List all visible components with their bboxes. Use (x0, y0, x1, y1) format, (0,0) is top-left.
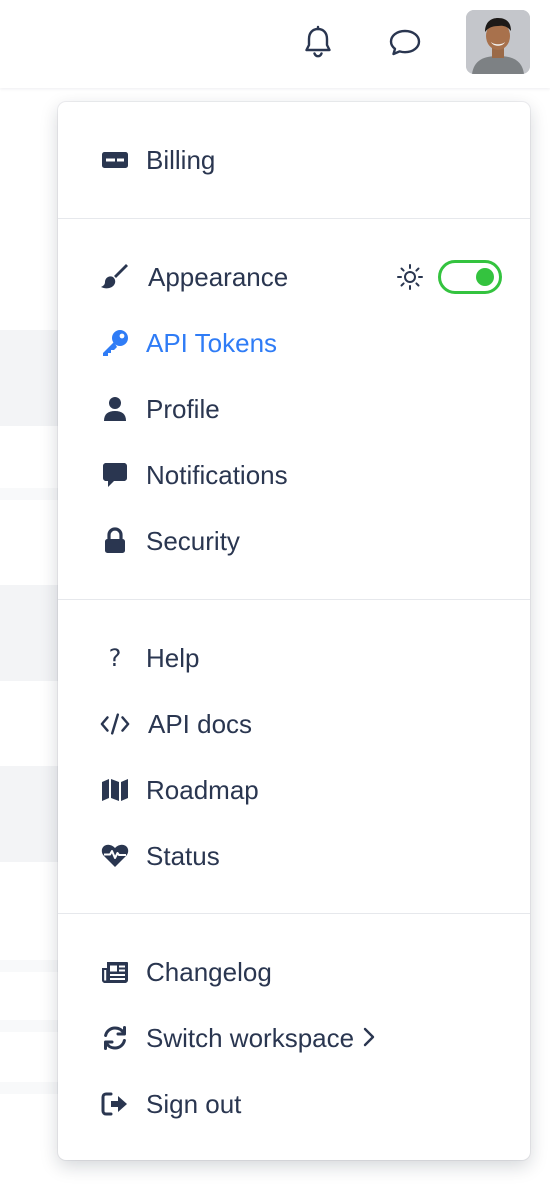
menu-item-status[interactable]: Status (58, 830, 530, 882)
paintbrush-icon (100, 262, 130, 292)
menu-item-label: Notifications (146, 459, 288, 490)
menu-item-roadmap[interactable]: Roadmap (58, 764, 530, 816)
menu-item-label: Security (146, 525, 240, 556)
menu-section-account: Changelog Switch workspace Sign out (58, 914, 530, 1160)
lock-icon (100, 526, 130, 556)
menu-item-label: Changelog (146, 956, 272, 987)
menu-item-profile[interactable]: Profile (58, 383, 530, 435)
menu-item-label: Profile (146, 393, 220, 424)
menu-item-billing[interactable]: Billing (58, 134, 530, 186)
chevron-right-icon (362, 1023, 376, 1054)
menu-item-appearance[interactable]: Appearance (58, 251, 530, 303)
heartbeat-icon (100, 841, 130, 871)
key-icon (100, 328, 130, 358)
menu-item-label: API docs (148, 708, 253, 739)
menu-section-billing: Billing (58, 102, 530, 219)
menu-item-label: Appearance (148, 261, 289, 292)
question-icon: ? (108, 644, 122, 672)
menu-item-label: Help (146, 642, 200, 673)
credit-card-icon (100, 145, 130, 175)
menu-item-label: Billing (146, 144, 216, 175)
code-icon (100, 709, 130, 739)
menu-item-sign-out[interactable]: Sign out (58, 1078, 530, 1130)
toggle-knob (476, 268, 494, 286)
newspaper-icon (100, 957, 130, 987)
sun-icon (396, 263, 424, 296)
menu-item-security[interactable]: Security (58, 515, 530, 567)
menu-item-label: Roadmap (146, 774, 259, 805)
menu-item-api-docs[interactable]: API docs (58, 698, 530, 750)
menu-item-text: Switch workspace (146, 1022, 355, 1053)
sync-icon (100, 1023, 130, 1053)
message-icon (100, 460, 130, 490)
map-icon (100, 775, 130, 805)
top-bar (0, 0, 550, 88)
theme-toggle[interactable] (438, 260, 502, 294)
bell-icon[interactable] (300, 22, 336, 62)
user-icon (100, 394, 130, 424)
sign-out-icon (100, 1089, 130, 1119)
menu-item-notifications[interactable]: Notifications (58, 449, 530, 501)
menu-section-settings: Appearance API Tokens Profile Notificati… (58, 219, 530, 600)
menu-item-api-tokens[interactable]: API Tokens (58, 317, 530, 369)
account-menu: Billing Appearance API Tokens Profile No… (58, 102, 530, 1160)
chat-bubble-icon[interactable] (387, 22, 423, 62)
menu-item-changelog[interactable]: Changelog (58, 946, 530, 998)
avatar[interactable] (466, 10, 530, 74)
menu-item-label: API Tokens (146, 327, 278, 358)
menu-section-resources: ? Help API docs Roadmap Status (58, 600, 530, 914)
menu-item-label: Switch workspace (146, 1023, 376, 1054)
menu-item-switch-workspace[interactable]: Switch workspace (58, 1012, 530, 1064)
menu-item-help[interactable]: ? Help (58, 632, 530, 684)
menu-item-label: Status (146, 840, 220, 871)
menu-item-label: Sign out (146, 1088, 242, 1119)
